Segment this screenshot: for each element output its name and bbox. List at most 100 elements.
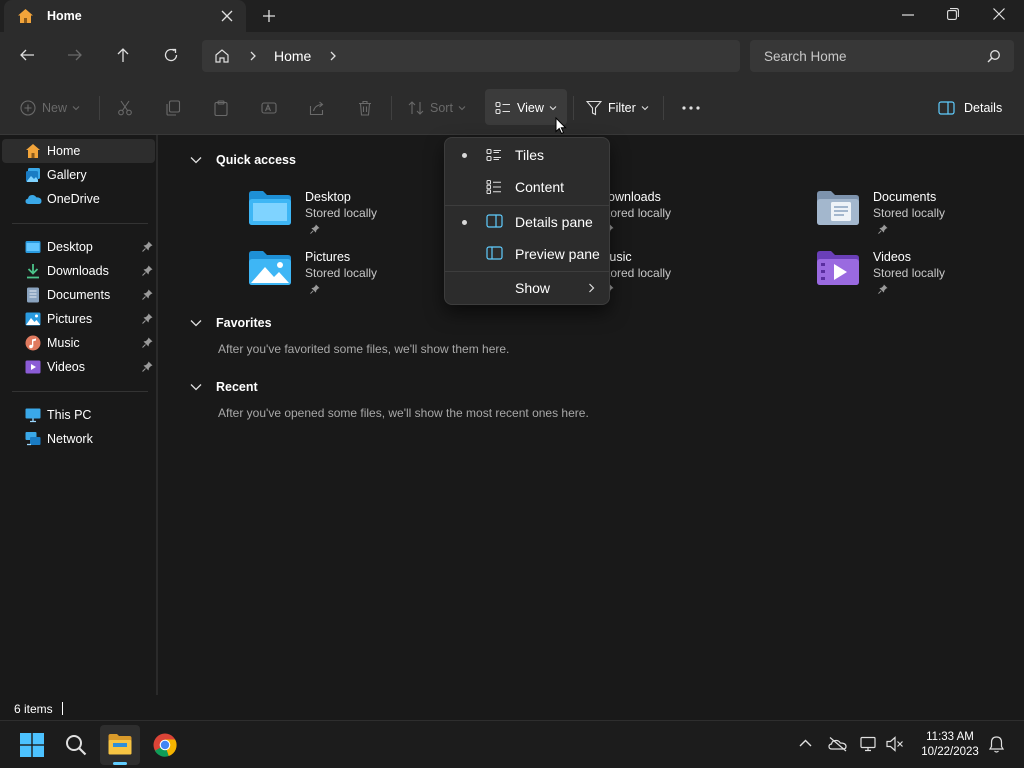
- notification-bell-icon[interactable]: [989, 736, 1004, 753]
- view-dropdown-menu: Tiles Content Details pane Preview pane …: [444, 137, 610, 305]
- file-explorer-icon: [108, 733, 132, 755]
- favorites-empty-message: After you've favorited some files, we'll…: [218, 342, 510, 356]
- recent-empty-message: After you've opened some files, we'll sh…: [218, 406, 589, 420]
- sidebar-item-label: This PC: [47, 408, 92, 422]
- filter-button[interactable]: Filter: [586, 98, 649, 118]
- pin-icon[interactable]: [142, 313, 153, 324]
- sidebar-item-gallery[interactable]: Gallery: [2, 163, 155, 187]
- network-icon: [25, 431, 41, 447]
- quick-access-item-videos[interactable]: Videos Stored locally: [816, 250, 1024, 302]
- gallery-icon: [25, 167, 41, 183]
- details-pane-button[interactable]: Details: [938, 98, 1002, 118]
- sidebar-item-label: Documents: [47, 288, 111, 302]
- menu-item-tiles[interactable]: Tiles: [449, 140, 605, 170]
- pin-icon[interactable]: [142, 241, 153, 252]
- chevron-down-icon[interactable]: [190, 156, 202, 164]
- new-tab-icon[interactable]: [262, 9, 276, 23]
- section-favorites-header[interactable]: Favorites: [190, 316, 272, 330]
- taskbar-file-explorer[interactable]: [100, 725, 140, 765]
- new-button[interactable]: New: [20, 98, 80, 118]
- sidebar-item-videos[interactable]: Videos: [2, 355, 155, 379]
- section-quick-access-header[interactable]: Quick access: [190, 153, 296, 167]
- sidebar-item-label: Gallery: [47, 168, 87, 182]
- onedrive-offline-icon[interactable]: [828, 736, 848, 752]
- menu-item-details-pane[interactable]: Details pane: [449, 207, 605, 237]
- sort-label: Sort: [430, 101, 453, 115]
- chevron-up-icon[interactable]: [799, 739, 812, 747]
- cut-icon[interactable]: [117, 98, 133, 118]
- preview-pane-icon: [486, 246, 503, 260]
- item-location: Stored locally: [305, 206, 378, 220]
- network-status-icon[interactable]: [860, 736, 878, 752]
- menu-item-content[interactable]: Content: [449, 172, 605, 202]
- chevron-down-icon[interactable]: [190, 319, 202, 327]
- chevron-down-icon: [641, 105, 649, 111]
- sidebar-item-network[interactable]: Network: [2, 427, 155, 451]
- videos-folder-icon: [816, 250, 860, 286]
- sort-icon: [408, 100, 424, 116]
- close-window-icon[interactable]: [993, 8, 1005, 20]
- sidebar-item-onedrive[interactable]: OneDrive: [2, 187, 155, 211]
- breadcrumb-home[interactable]: Home: [274, 48, 311, 64]
- active-indicator: [113, 762, 127, 765]
- refresh-icon[interactable]: [163, 47, 179, 63]
- taskbar-clock[interactable]: 11:33 AM 10/22/2023: [912, 730, 988, 760]
- minimize-icon[interactable]: [902, 14, 914, 16]
- rename-icon[interactable]: [261, 98, 277, 118]
- pin-icon: [310, 224, 320, 234]
- title-bar: Home: [0, 0, 1024, 32]
- documents-folder-icon: [816, 190, 860, 226]
- item-location: Stored locally: [305, 266, 378, 280]
- forward-arrow-icon[interactable]: [67, 47, 83, 63]
- item-location: Stored locally: [873, 206, 946, 220]
- sidebar-item-label: Videos: [47, 360, 85, 374]
- pin-icon[interactable]: [142, 265, 153, 276]
- up-arrow-icon[interactable]: [115, 47, 131, 63]
- chevron-right-icon[interactable]: [329, 51, 337, 61]
- chevron-down-icon: [72, 105, 80, 111]
- share-icon[interactable]: [309, 98, 325, 118]
- sidebar-item-home[interactable]: Home: [2, 139, 155, 163]
- taskbar-chrome[interactable]: [145, 725, 185, 765]
- sidebar-item-label: Downloads: [47, 264, 109, 278]
- more-options-icon[interactable]: [682, 98, 700, 118]
- taskbar-search-button[interactable]: [56, 725, 96, 765]
- tiles-view-icon: [486, 147, 502, 163]
- pin-icon[interactable]: [142, 289, 153, 300]
- menu-item-preview-pane[interactable]: Preview pane: [449, 239, 605, 269]
- chevron-down-icon[interactable]: [190, 383, 202, 391]
- delete-icon[interactable]: [357, 98, 373, 118]
- paste-icon[interactable]: [213, 98, 229, 118]
- chevron-right-icon[interactable]: [249, 51, 257, 61]
- tab-home[interactable]: Home: [4, 0, 246, 32]
- sidebar-item-pictures[interactable]: Pictures: [2, 307, 155, 331]
- volume-muted-icon[interactable]: [886, 736, 904, 752]
- sidebar-item-desktop[interactable]: Desktop: [2, 235, 155, 259]
- section-recent-header[interactable]: Recent: [190, 380, 258, 394]
- copy-icon[interactable]: [165, 98, 181, 118]
- back-arrow-icon[interactable]: [19, 47, 35, 63]
- search-input[interactable]: Search Home: [750, 40, 1014, 72]
- sidebar-item-downloads[interactable]: Downloads: [2, 259, 155, 283]
- view-button[interactable]: View: [495, 98, 557, 118]
- filter-icon: [586, 100, 602, 116]
- sort-button[interactable]: Sort: [408, 98, 466, 118]
- pin-icon: [310, 284, 320, 294]
- sidebar-item-label: Home: [47, 144, 81, 158]
- address-bar[interactable]: Home: [202, 40, 740, 72]
- sidebar-item-documents[interactable]: Documents: [2, 283, 155, 307]
- pictures-folder-icon: [248, 250, 292, 286]
- start-button[interactable]: [12, 725, 52, 765]
- restore-icon[interactable]: [947, 8, 959, 20]
- menu-item-show[interactable]: Show: [449, 273, 605, 303]
- pin-icon[interactable]: [142, 361, 153, 372]
- view-list-icon: [495, 100, 511, 116]
- quick-access-item-documents[interactable]: Documents Stored locally: [816, 190, 1024, 242]
- item-name: Videos: [873, 250, 911, 264]
- sidebar-item-music[interactable]: Music: [2, 331, 155, 355]
- item-name: Desktop: [305, 190, 351, 204]
- sidebar-item-this-pc[interactable]: This PC: [2, 403, 155, 427]
- details-label: Details: [964, 101, 1003, 115]
- close-tab-icon[interactable]: [221, 10, 233, 22]
- pin-icon[interactable]: [142, 337, 153, 348]
